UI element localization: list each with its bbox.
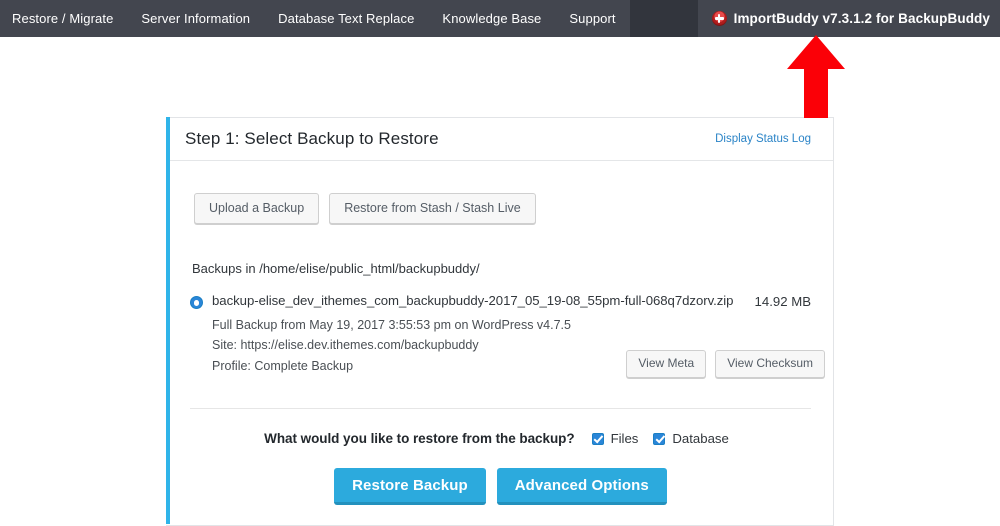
red-up-arrow-icon — [787, 35, 845, 118]
view-checksum-button[interactable]: View Checksum — [715, 349, 825, 379]
database-checkbox-label: Database — [672, 431, 729, 447]
restore-checkbox-group: Files Database — [591, 431, 737, 447]
step-panel: Step 1: Select Backup to Restore Display… — [166, 117, 834, 526]
nav-item-database-text-replace[interactable]: Database Text Replace — [264, 0, 428, 37]
restore-from-stash-button[interactable]: Restore from Stash / Stash Live — [329, 193, 536, 225]
restore-backup-button[interactable]: Restore Backup — [334, 468, 486, 506]
nav-item-knowledge-base[interactable]: Knowledge Base — [428, 0, 555, 37]
backup-meta-lines: Full Backup from May 19, 2017 3:55:53 pm… — [212, 315, 825, 379]
restore-question-label: What would you like to restore from the … — [264, 431, 575, 447]
database-checkbox[interactable] — [653, 432, 666, 445]
meta-button-row: View Meta View Checksum — [626, 349, 825, 379]
backup-radio-button[interactable] — [190, 296, 203, 310]
upload-a-backup-button[interactable]: Upload a Backup — [194, 193, 320, 225]
nav-item-label: Server Information — [141, 11, 251, 26]
backup-name-row: backup-elise_dev_ithemes_com_backupbuddy… — [212, 293, 811, 310]
nav-item-restore-migrate[interactable]: Restore / Migrate — [0, 0, 127, 37]
database-checkbox-item[interactable]: Database — [653, 431, 736, 446]
admin-bar-brand[interactable]: ImportBuddy v7.3.1.2 for BackupBuddy — [697, 0, 1000, 37]
nav-item-label: Support — [569, 11, 616, 26]
advanced-options-button[interactable]: Advanced Options — [496, 468, 667, 506]
section-divider — [190, 408, 811, 410]
admin-bar-brand-label: ImportBuddy v7.3.1.2 for BackupBuddy — [733, 11, 990, 26]
backup-filename[interactable]: backup-elise_dev_ithemes_com_backupbuddy… — [212, 293, 734, 310]
backup-list-item: backup-elise_dev_ithemes_com_backupbuddy… — [190, 293, 825, 379]
backup-filesize: 14.92 MB — [754, 294, 811, 310]
nav-item-label: Knowledge Base — [442, 11, 542, 26]
nav-item-server-information[interactable]: Server Information — [127, 0, 264, 37]
top-button-row: Upload a Backup Restore from Stash / Sta… — [190, 161, 811, 225]
admin-bar-spacer — [629, 0, 698, 37]
nav-item-label: Restore / Migrate — [12, 11, 114, 26]
admin-bar: Restore / Migrate Server Information Dat… — [0, 0, 1000, 37]
page-title: Step 1: Select Backup to Restore — [185, 129, 439, 148]
panel-body: Upload a Backup Restore from Stash / Sta… — [166, 161, 833, 525]
backupbuddy-logo-icon — [711, 11, 727, 26]
view-meta-button[interactable]: View Meta — [626, 349, 707, 379]
nav-item-support[interactable]: Support — [555, 0, 629, 37]
files-checkbox-label: Files — [610, 431, 639, 447]
backup-details: backup-elise_dev_ithemes_com_backupbuddy… — [212, 293, 825, 379]
nav-item-label: Database Text Replace — [278, 11, 415, 26]
files-checkbox[interactable] — [591, 432, 604, 445]
backup-meta-line-full-backup: Full Backup from May 19, 2017 3:55:53 pm… — [212, 317, 571, 332]
backups-path-label: Backups in /home/elise/public_html/backu… — [192, 261, 480, 277]
restore-options-row: What would you like to restore from the … — [190, 431, 811, 446]
display-status-log-link[interactable]: Display Status Log — [715, 133, 811, 145]
panel-header: Step 1: Select Backup to Restore Display… — [166, 118, 833, 161]
primary-button-row: Restore Backup Advanced Options — [190, 468, 811, 525]
panel-accent-bar — [166, 117, 170, 524]
admin-bar-menu: Restore / Migrate Server Information Dat… — [0, 0, 630, 37]
files-checkbox-item[interactable]: Files — [591, 431, 647, 447]
